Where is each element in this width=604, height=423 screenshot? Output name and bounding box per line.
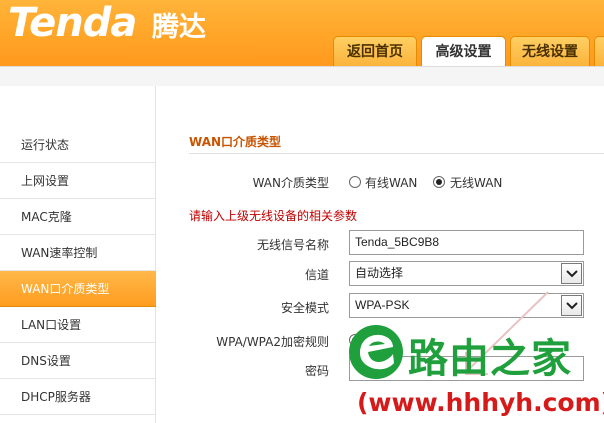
- tab-wireless-settings[interactable]: 无线设置: [510, 36, 590, 66]
- channel-select-value: 自动选择: [355, 266, 404, 280]
- channel-label: 信道: [304, 268, 329, 282]
- encryption-label: WPA/WPA2加密规则: [216, 335, 329, 349]
- tab-home[interactable]: 返回首页: [333, 36, 417, 66]
- watermark-text: 路由之家: [408, 336, 572, 382]
- security-select-value: WPA-PSK: [355, 298, 410, 312]
- chevron-down-icon[interactable]: [561, 295, 582, 316]
- header-separator: [0, 66, 604, 86]
- watermark-logo-icon: [349, 325, 403, 379]
- tab-overflow[interactable]: [594, 36, 604, 66]
- radio-wired-wan[interactable]: [349, 176, 361, 188]
- tab-advanced-settings[interactable]: 高级设置: [421, 36, 506, 67]
- sidebar-item-wan-speed[interactable]: WAN速率控制: [0, 235, 156, 271]
- radio-wireless-wan[interactable]: [433, 176, 445, 188]
- brand-logo-cn: 腾达: [152, 12, 206, 43]
- hint-text: 请输入上级无线设备的相关参数: [189, 209, 358, 223]
- sidebar-item-wan-media[interactable]: WAN口介质类型: [0, 271, 156, 307]
- radio-wired-wan-label[interactable]: 有线WAN: [365, 174, 417, 191]
- chevron-down-icon[interactable]: [561, 263, 582, 284]
- sidebar-item-dns[interactable]: DNS设置: [0, 343, 156, 379]
- ssid-input[interactable]: Tenda_5BC9B8: [349, 230, 584, 255]
- radio-wireless-wan-label[interactable]: 无线WAN: [450, 174, 502, 191]
- sidebar-item-status[interactable]: 运行状态: [0, 127, 156, 163]
- brand-logo: Tenda: [8, 0, 137, 46]
- sidebar-item-lan[interactable]: LAN口设置: [0, 307, 156, 343]
- sidebar: 运行状态 上网设置 MAC克隆 WAN速率控制 WAN口介质类型 LAN口设置 …: [0, 86, 156, 423]
- sidebar-item-mac-clone[interactable]: MAC克隆: [0, 199, 156, 235]
- section-title: WAN口介质类型: [189, 135, 282, 149]
- top-header: Tenda 腾达 返回首页 高级设置 无线设置: [0, 0, 604, 67]
- security-label: 安全模式: [280, 301, 329, 315]
- media-type-label: WAN介质类型: [252, 176, 329, 190]
- sidebar-item-dhcp[interactable]: DHCP服务器: [0, 379, 156, 415]
- channel-select[interactable]: 自动选择: [349, 261, 584, 286]
- section-divider: [189, 153, 604, 154]
- sidebar-item-internet[interactable]: 上网设置: [0, 163, 156, 199]
- password-label: 密码: [304, 364, 329, 378]
- ssid-label: 无线信号名称: [256, 238, 329, 252]
- watermark-url: (www.hhhyh.com): [357, 388, 604, 417]
